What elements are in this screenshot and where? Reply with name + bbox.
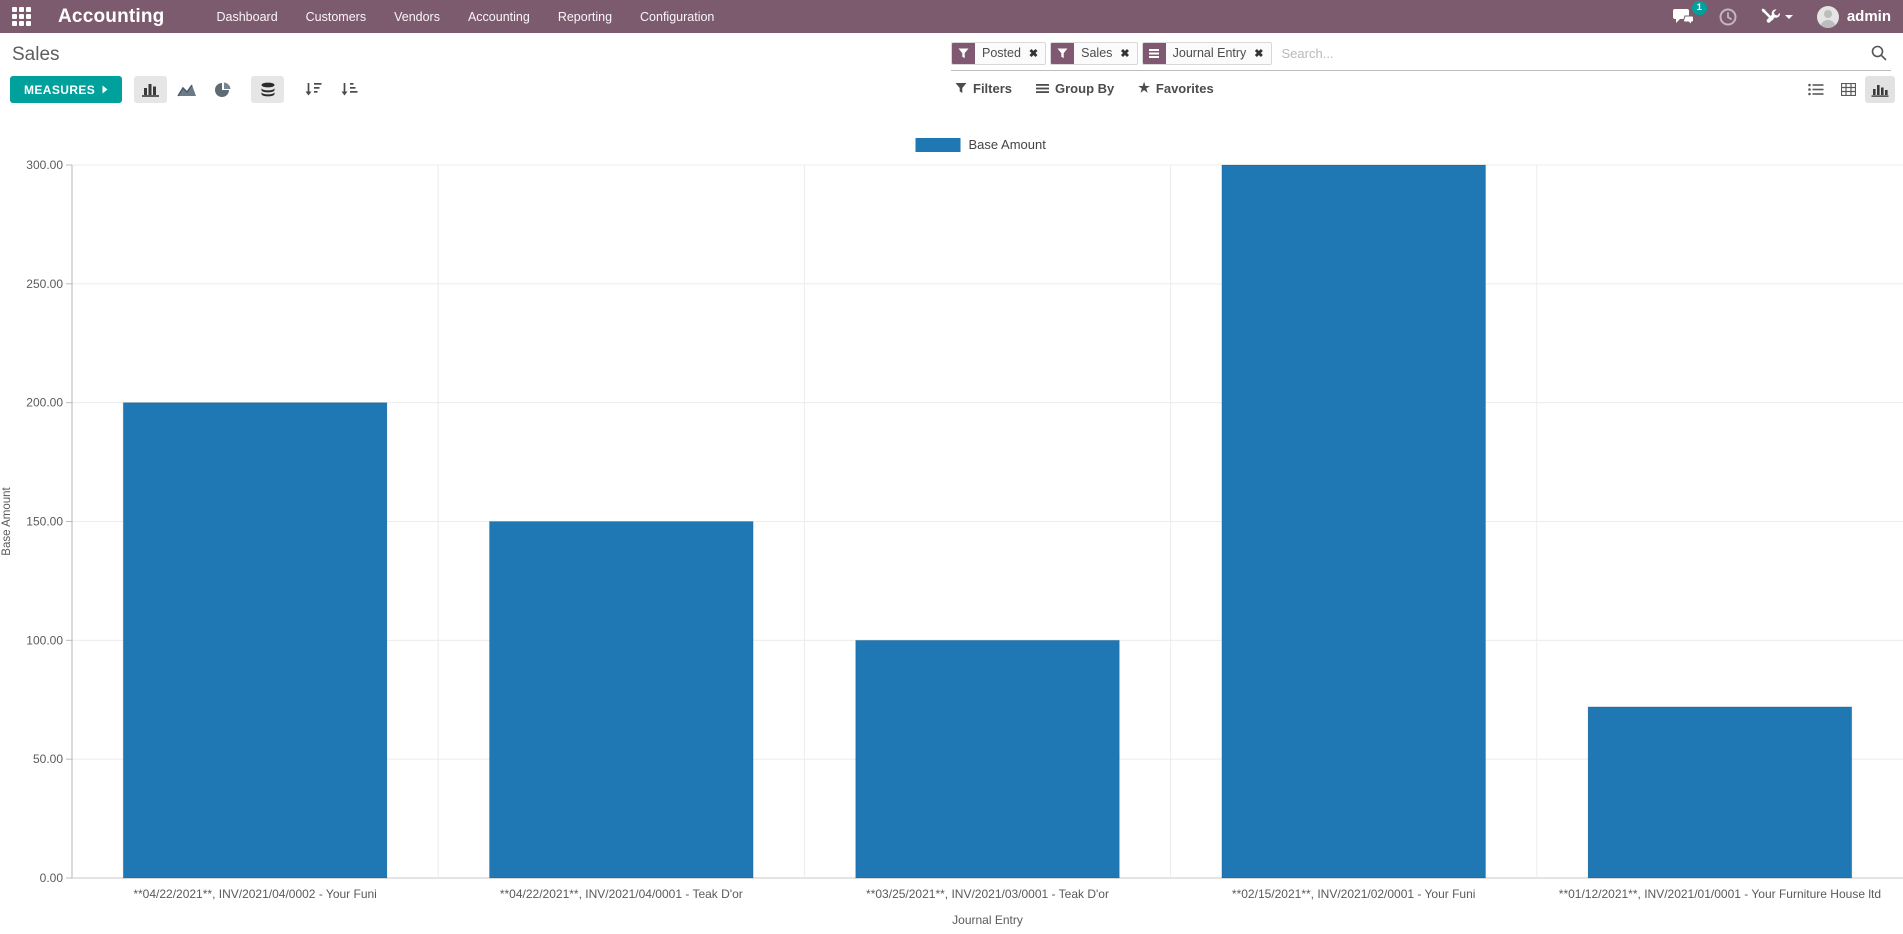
debug-tools-icon[interactable]: [1761, 8, 1793, 25]
facet-label: Sales: [1074, 43, 1119, 64]
bar-3[interactable]: [1222, 165, 1486, 878]
filter-funnel-icon: [955, 82, 967, 94]
facet-remove-icon[interactable]: ✖: [1028, 43, 1045, 64]
group-by-bars-icon: [1143, 43, 1166, 64]
y-tick-label: 50.00: [33, 752, 63, 766]
facet-label: Posted: [975, 43, 1028, 64]
measures-button[interactable]: MEASURES: [10, 76, 122, 103]
pivot-view-button[interactable]: [1833, 76, 1863, 103]
sort-descending-button[interactable]: [296, 76, 329, 103]
user-name: admin: [1847, 8, 1891, 25]
app-title[interactable]: Accounting: [58, 6, 165, 28]
sales-bar-chart: Base Amount 0.00 50.00 100.00 150.00 200.00 25…: [0, 109, 1903, 929]
user-avatar: [1817, 6, 1839, 28]
menu-vendors[interactable]: Vendors: [394, 10, 440, 24]
y-tick-label: 150.00: [26, 515, 63, 529]
main-menu: Dashboard Customers Vendors Accounting R…: [217, 10, 715, 24]
y-tick-label: 100.00: [26, 633, 63, 647]
bar-4[interactable]: [1588, 707, 1852, 878]
filter-funnel-icon: [952, 43, 975, 64]
bar-chart-type-button[interactable]: [134, 76, 167, 103]
filter-funnel-icon: [1051, 43, 1074, 64]
menu-accounting[interactable]: Accounting: [468, 10, 530, 24]
caret-right-icon: [102, 85, 108, 94]
apps-grid-icon[interactable]: [12, 7, 32, 27]
sort-ascending-button[interactable]: [332, 76, 365, 103]
facet-remove-icon[interactable]: ✖: [1253, 43, 1270, 64]
bar-1[interactable]: [489, 522, 753, 879]
menu-reporting[interactable]: Reporting: [558, 10, 612, 24]
stacked-toggle-button[interactable]: [251, 76, 284, 103]
line-area-chart-type-button[interactable]: [170, 76, 203, 103]
menu-configuration[interactable]: Configuration: [640, 10, 714, 24]
top-navbar: Accounting Dashboard Customers Vendors A…: [0, 0, 1903, 33]
group-by-bars-icon: [1036, 83, 1049, 94]
graph-view-button[interactable]: [1865, 76, 1895, 103]
y-tick-label: 0.00: [40, 871, 64, 885]
control-panel-toolbar: MEASURES: [0, 73, 1903, 109]
y-axis-title: Base Amount: [1, 486, 13, 555]
y-tick-label: 300.00: [26, 158, 63, 172]
user-menu[interactable]: admin: [1817, 6, 1891, 28]
tools-caret-down-icon: [1785, 15, 1793, 19]
x-axis-title: Journal Entry: [952, 913, 1023, 927]
search-input[interactable]: [1276, 46, 1867, 61]
search-bar: Posted ✖ Sales ✖ Journal Entry ✖: [951, 36, 1891, 71]
activities-clock-icon[interactable]: [1719, 8, 1737, 26]
y-tick-label: 250.00: [26, 277, 63, 291]
bar-0[interactable]: [123, 403, 387, 878]
facet-remove-icon[interactable]: ✖: [1119, 43, 1136, 64]
group-by-menu-button[interactable]: Group By: [1036, 80, 1114, 96]
legend-label[interactable]: Base Amount: [969, 137, 1047, 152]
menu-dashboard[interactable]: Dashboard: [217, 10, 278, 24]
search-facet-sales: Sales ✖: [1050, 42, 1138, 65]
search-facet-posted: Posted ✖: [951, 42, 1046, 65]
list-view-button[interactable]: [1801, 76, 1831, 103]
menu-customers[interactable]: Customers: [306, 10, 366, 24]
facet-label: Journal Entry: [1166, 43, 1254, 64]
x-tick-label: **03/25/2021**, INV/2021/03/0001 - Teak …: [866, 887, 1109, 901]
favorites-menu-button[interactable]: ★ Favorites: [1138, 80, 1213, 96]
legend-swatch[interactable]: [916, 138, 961, 152]
star-icon: ★: [1138, 80, 1150, 96]
search-facet-journal-entry: Journal Entry ✖: [1142, 42, 1272, 65]
x-tick-label: **04/22/2021**, INV/2021/04/0002 - Your …: [133, 887, 377, 901]
x-tick-label: **01/12/2021**, INV/2021/01/0001 - Your …: [1559, 887, 1881, 901]
view-switcher: [1801, 76, 1895, 103]
x-tick-label: **04/22/2021**, INV/2021/04/0001 - Teak …: [500, 887, 743, 901]
bar-2[interactable]: [856, 640, 1120, 878]
message-count-badge: 1: [1692, 1, 1707, 15]
search-icon[interactable]: [1871, 45, 1891, 61]
y-tick-label: 200.00: [26, 396, 63, 410]
x-tick-label: **02/15/2021**, INV/2021/02/0001 - Your …: [1232, 887, 1476, 901]
messages-icon[interactable]: 1: [1673, 8, 1695, 25]
filters-menu-button[interactable]: Filters: [955, 80, 1012, 96]
pie-chart-type-button[interactable]: [206, 76, 239, 103]
page-title: Sales: [12, 44, 60, 66]
